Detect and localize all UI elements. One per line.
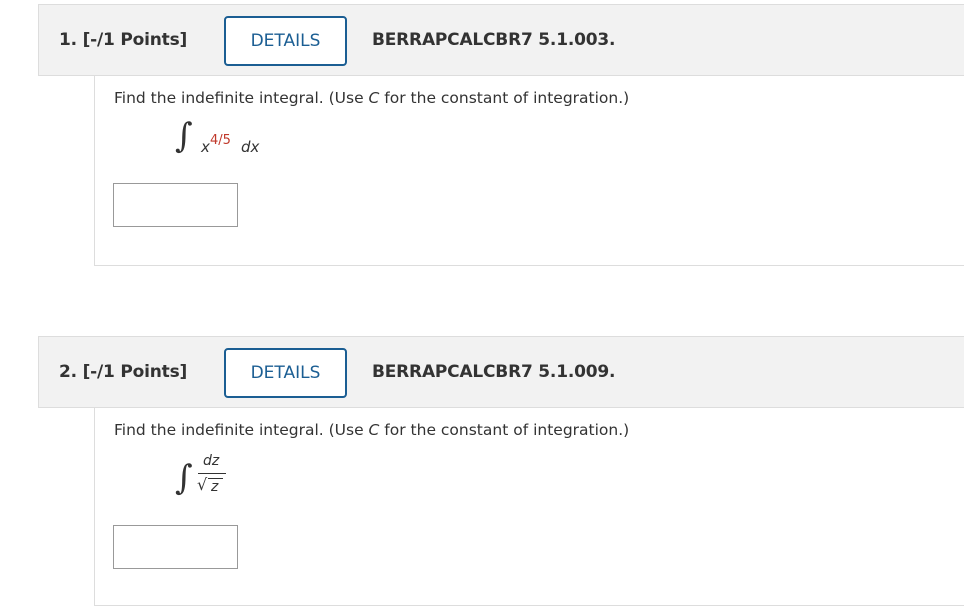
question-body: Find the indefinite integral. (Use C for… — [94, 76, 964, 266]
fraction-bar — [198, 473, 226, 474]
integrand-exponent: 4/5 — [210, 133, 231, 148]
details-button[interactable]: DETAILS — [224, 348, 347, 398]
integral-sign: ∫ — [175, 116, 193, 156]
question-header: 2. [-/1 Points] DETAILS BERRAPCALCBR7 5.… — [38, 336, 964, 408]
fraction-numerator: dz — [203, 453, 220, 469]
question-prompt: Find the indefinite integral. (Use C for… — [114, 89, 630, 107]
question-code: BERRAPCALCBR7 5.1.009. — [372, 362, 616, 382]
question-body: Find the indefinite integral. (Use C for… — [94, 408, 964, 606]
radicand: z — [211, 479, 219, 495]
differential: dx — [241, 138, 260, 156]
integral-expression: ∫ dz √ z — [175, 448, 295, 508]
answer-input[interactable] — [113, 183, 238, 227]
constant-variable: C — [368, 89, 380, 107]
integral-sign: ∫ — [175, 458, 193, 498]
question-2: 2. [-/1 Points] DETAILS BERRAPCALCBR7 5.… — [38, 336, 964, 606]
question-1: 1. [-/1 Points] DETAILS BERRAPCALCBR7 5.… — [38, 4, 964, 266]
radical-sign: √ — [197, 475, 208, 494]
integral-expression: ∫ x 4/5 dx — [175, 116, 295, 166]
integrand-base: x — [201, 138, 210, 156]
question-header: 1. [-/1 Points] DETAILS BERRAPCALCBR7 5.… — [38, 4, 964, 76]
constant-variable: C — [368, 421, 380, 439]
points-label: 2. [-/1 Points] — [59, 362, 188, 382]
answer-input[interactable] — [113, 525, 238, 569]
points-label: 1. [-/1 Points] — [59, 30, 188, 50]
details-button[interactable]: DETAILS — [224, 16, 347, 66]
question-prompt: Find the indefinite integral. (Use C for… — [114, 421, 630, 439]
question-code: BERRAPCALCBR7 5.1.003. — [372, 30, 616, 50]
